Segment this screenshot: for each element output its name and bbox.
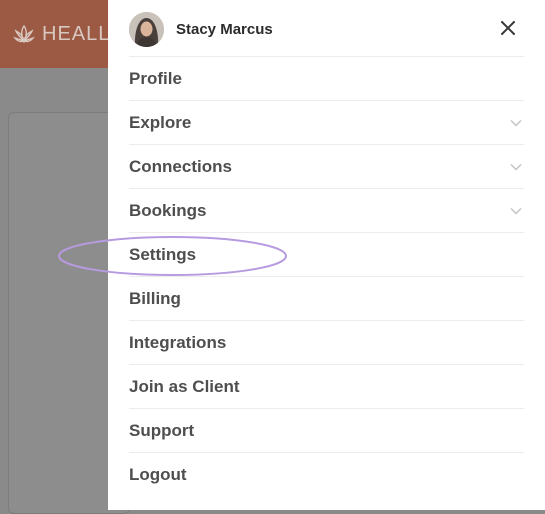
menu-item-label: Support [129,420,195,440]
menu-item-label: Logout [129,464,187,484]
menu-item-label: Profile [129,68,182,88]
drawer-menu: Profile Explore Connections Bookings Setting… [129,56,524,496]
lotus-logo-icon [13,24,35,44]
menu-item-bookings[interactable]: Bookings [129,188,524,232]
menu-item-label: Bookings [129,200,207,220]
close-button[interactable] [497,17,519,39]
menu-item-label: Connections [129,156,232,176]
chevron-down-icon[interactable] [510,119,522,127]
drawer-header: Stacy Marcus [129,11,545,47]
chevron-down-icon[interactable] [510,163,522,171]
menu-item-label: Billing [129,288,181,308]
menu-item-label: Explore [129,112,192,132]
menu-item-settings[interactable]: Settings [129,232,524,276]
menu-item-integrations[interactable]: Integrations [129,320,524,364]
avatar-image [129,11,164,47]
logo-text: HEALLI [42,22,117,45]
menu-item-explore[interactable]: Explore [129,100,524,144]
menu-item-logout[interactable]: Logout [129,452,524,496]
menu-item-connections[interactable]: Connections [129,144,524,188]
menu-item-profile[interactable]: Profile [129,56,524,100]
user-name: Stacy Marcus [176,20,273,38]
menu-item-join-as-client[interactable]: Join as Client [129,364,524,408]
chevron-down-icon[interactable] [510,207,522,215]
menu-item-support[interactable]: Support [129,408,524,452]
menu-item-label: Settings [129,244,197,264]
menu-item-billing[interactable]: Billing [129,276,524,320]
navigation-drawer: Stacy Marcus Profile Explore Connections Bo… [108,0,545,510]
menu-item-label: Integrations [129,332,227,352]
app-logo: HEALLI [12,20,117,48]
close-icon [501,21,515,35]
menu-item-label: Join as Client [129,376,240,396]
avatar[interactable] [129,11,164,47]
